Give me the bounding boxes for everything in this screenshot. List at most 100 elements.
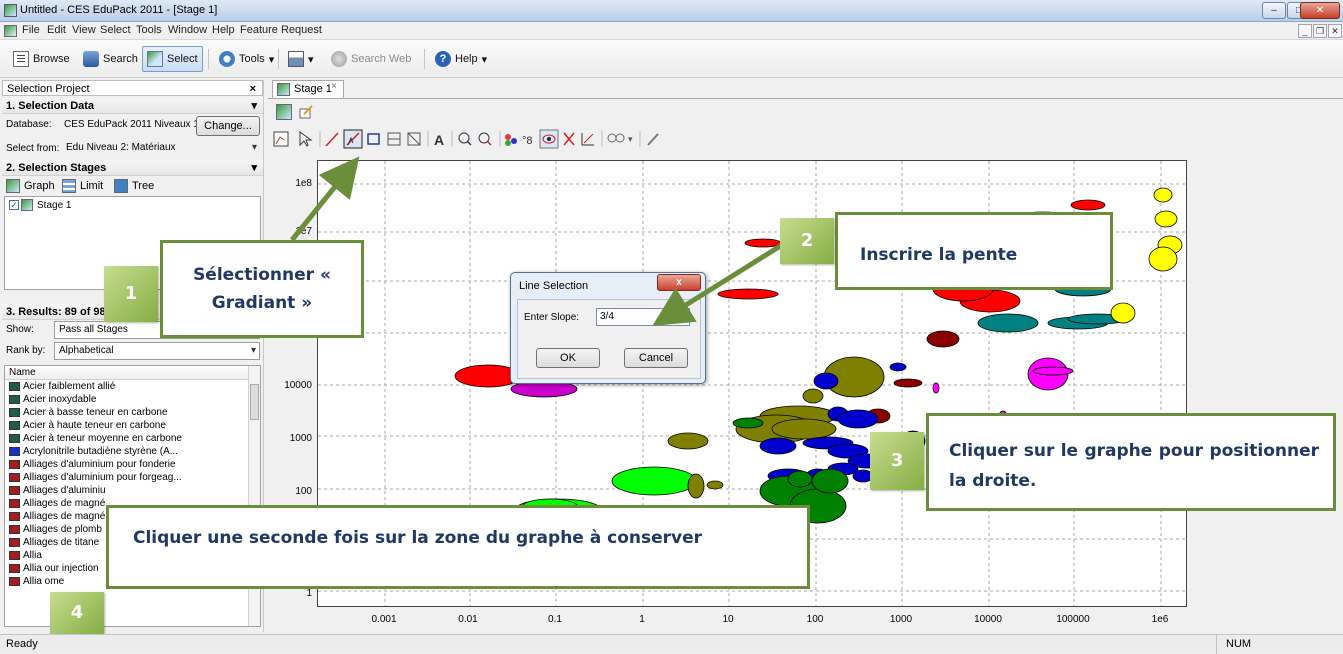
close-window-button[interactable]: ✕: [1300, 2, 1340, 19]
menu-window[interactable]: Window: [168, 24, 207, 36]
list-item-label: Alliages d'aluminiu: [23, 485, 106, 496]
list-item-label: Alliages de magné: [23, 498, 106, 509]
menu-file[interactable]: File: [22, 24, 40, 36]
color-icon[interactable]: [505, 134, 517, 146]
material-icon: [9, 382, 20, 391]
material-bubble: [1070, 199, 1106, 211]
selection-stages-title: 2. Selection Stages: [6, 162, 107, 174]
menu-view[interactable]: View: [72, 24, 96, 36]
show-hide-icon[interactable]: [539, 129, 559, 149]
stage-item[interactable]: ✓ Stage 1: [5, 197, 260, 213]
status-bar: Ready NUM: [0, 634, 1343, 654]
stage-checkbox[interactable]: ✓: [9, 200, 19, 210]
change-button[interactable]: Change...: [196, 116, 260, 136]
label-tool-icon[interactable]: A: [434, 132, 444, 148]
scrollbar-thumb[interactable]: [250, 384, 259, 420]
callout-step1: Sélectionner « Gradiant »: [160, 240, 364, 338]
menu-edit[interactable]: Edit: [47, 24, 66, 36]
step4-badge: 4: [50, 592, 104, 634]
mdi-minimize-button[interactable]: _: [1298, 24, 1312, 38]
graph-properties-icon[interactable]: [276, 104, 292, 120]
selection-data-header[interactable]: 1. Selection Data ▾: [2, 98, 263, 114]
list-item[interactable]: Acier faiblement allié: [5, 380, 260, 393]
material-bubble: [893, 378, 923, 388]
axes-icon[interactable]: [581, 133, 594, 146]
select-from-label: Select from:: [6, 143, 60, 154]
material-icon: [9, 499, 20, 508]
selection-stages-header[interactable]: 2. Selection Stages ▾: [2, 160, 263, 176]
material-bubble: [787, 470, 813, 488]
material-bubble: [813, 372, 839, 390]
browse-icon: [13, 51, 29, 67]
line-tool-icon[interactable]: [325, 132, 339, 147]
menu-help[interactable]: Help: [212, 24, 235, 36]
list-item[interactable]: Alliages d'aluminiu: [5, 484, 260, 497]
pointer-icon[interactable]: [299, 131, 313, 147]
graph-stage-button[interactable]: Graph: [24, 180, 55, 192]
select-button[interactable]: Select: [142, 46, 203, 72]
y-tick: 1000: [289, 433, 312, 444]
zoom-out-icon[interactable]: [478, 132, 492, 146]
minimize-button[interactable]: –: [1262, 2, 1286, 19]
rank-dropdown[interactable]: Alphabetical: [54, 342, 260, 360]
mdi-close-button[interactable]: ✕: [1328, 24, 1342, 38]
close-icon[interactable]: ×: [250, 81, 256, 97]
x-tick: 10: [722, 614, 734, 625]
list-item-label: Alliages d'aluminium pour fonderie: [23, 459, 176, 470]
tab-close-icon[interactable]: ×: [331, 81, 337, 92]
regression-icon[interactable]: °8: [522, 135, 533, 147]
material-bubble: [1148, 246, 1178, 272]
tools-button[interactable]: Tools ▾: [214, 46, 279, 72]
chart-props-icon[interactable]: [273, 131, 289, 147]
hide-failed-icon[interactable]: [563, 132, 575, 146]
tab-stage-1[interactable]: Stage 1 ×: [272, 80, 344, 98]
find-icon[interactable]: ▾: [607, 133, 633, 144]
tree-stage-button[interactable]: Tree: [132, 180, 154, 192]
search-web-button[interactable]: Search Web: [326, 46, 416, 72]
edit-icon[interactable]: [298, 104, 314, 120]
browse-button[interactable]: Browse: [8, 46, 75, 72]
pencil-icon[interactable]: [647, 133, 659, 146]
print-button[interactable]: ▾: [283, 46, 319, 72]
mdi-restore-button[interactable]: ❐: [1313, 24, 1327, 38]
globe-icon: [331, 51, 347, 67]
reject-box-icon[interactable]: [407, 132, 421, 146]
ok-button[interactable]: OK: [536, 348, 600, 368]
limit-icon: [62, 179, 76, 193]
material-icon: [9, 434, 20, 443]
list-item-label: Alliages d'aluminium pour forgeag...: [23, 472, 182, 483]
list-item[interactable]: Acier à basse teneur en carbone: [5, 406, 260, 419]
menu-tools[interactable]: Tools: [136, 24, 162, 36]
menu-select[interactable]: Select: [100, 24, 131, 36]
list-item[interactable]: Alliages d'aluminium pour fonderie: [5, 458, 260, 471]
list-item[interactable]: Acier à teneur moyenne en carbone: [5, 432, 260, 445]
dialog-close-button[interactable]: x: [657, 274, 701, 291]
list-item[interactable]: Alliages d'aluminium pour forgeag...: [5, 471, 260, 484]
material-icon: [9, 473, 20, 482]
gradient-tool-icon[interactable]: [343, 129, 363, 149]
material-bubble: [667, 432, 709, 450]
search-button[interactable]: Search: [78, 46, 143, 72]
envelope-tool-icon[interactable]: [387, 132, 401, 146]
box-tool-icon[interactable]: [367, 133, 380, 145]
help-button[interactable]: ? Help ▾: [430, 46, 492, 72]
slope-input[interactable]: 3/4: [596, 308, 690, 326]
main-toolbar: Browse Search Select Tools ▾ ▾ Search We…: [0, 40, 1343, 78]
x-tick: 1e6: [1151, 614, 1169, 625]
line-selection-dialog: Line Selection x Enter Slope: 3/4 OK Can…: [510, 272, 706, 384]
material-bubble: [744, 238, 782, 248]
list-item[interactable]: Acrylonitrile butadiène styrène (A...: [5, 445, 260, 458]
zoom-icon[interactable]: [458, 132, 472, 146]
list-item[interactable]: Acier inoxydable: [5, 393, 260, 406]
results-title: 3. Results: 89 of 98: [6, 306, 106, 318]
callout-step4-text: Cliquer une seconde fois sur la zone du …: [133, 528, 703, 548]
limit-stage-button[interactable]: Limit: [80, 180, 103, 192]
list-item[interactable]: Acier à haute teneur en carbone: [5, 419, 260, 432]
x-tick: 0.1: [548, 614, 562, 625]
cancel-button[interactable]: Cancel: [624, 348, 688, 368]
select-from-dropdown[interactable]: Edu Niveau 2: Matériaux: [62, 140, 260, 158]
menu-feature-request[interactable]: Feature Request: [240, 24, 322, 36]
chevron-down-icon: ▾: [251, 162, 257, 174]
name-column-header[interactable]: Name: [5, 366, 260, 380]
stage-tools-row: Graph Limit Tree: [2, 176, 263, 196]
